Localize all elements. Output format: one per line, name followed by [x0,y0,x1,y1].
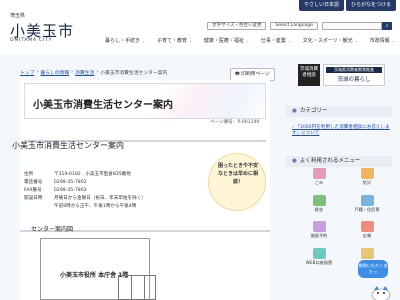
chevron-down-icon: ⌄ [287,37,292,43]
info-row-hours-2: 午前9時から正午、午後1時から午後4時 [24,204,184,210]
chevron-down-icon: ⌄ [354,37,359,43]
print-label: 印刷用ページ [241,72,270,77]
page-title-box: 小美玉市消費生活センター案内 [24,83,266,119]
top-utility-bar: やさしい日本語 ひらがなをつける [298,0,396,11]
menu-item-disaster[interactable]: 防災 [344,168,390,189]
breadcrumb-current: 小美玉市消費生活センター案内 [100,71,168,76]
map-heading: センター案内図 [31,226,74,233]
breadcrumb-life-info[interactable]: 暮らしの情報 [40,69,69,76]
info-value: 月曜日から金曜日（祝日、年末年始を除く） [54,196,146,201]
furigana-button[interactable]: ひらがなをつける [345,0,396,11]
menu-item-label: ごみ [314,180,324,185]
banner-title: 茨城県消費者教育推進 [326,67,382,73]
nav-label: 仕事・産業 [260,37,286,44]
chevron-down-icon: ⌄ [188,37,193,43]
info-key: 開設日時 [24,196,43,201]
menu-item-registry[interactable]: 戸籍・住民票 [344,194,390,216]
easy-japanese-button[interactable]: やさしい日本語 [298,0,344,11]
map-floor-grid [118,275,156,300]
chevron-down-icon: ⌄ [142,37,146,43]
tax-icon [312,194,326,206]
chevron-down-icon: ⌄ [245,37,250,43]
nav-item-work[interactable]: 仕事・産業 ⌄ [261,35,291,45]
menu-item-label: 防災 [362,180,372,185]
nav-label: 暮らし・手続き [105,37,141,44]
frequent-menu: ごみ 防災 税金 戸籍・住民票 施設予約 広報 WEB口座振替 例規集 [296,168,390,268]
info-key: 電話番号 [24,180,43,185]
category-link[interactable]: › 「3000円を利用した消費者相談にお答えします」について [292,125,392,137]
section-heading: 小美玉市消費生活センター案内 [12,141,124,150]
site-header: 埼玉県 小美玉市 OMITAMA CITY やさしい日本語 ひらがなをつける 文… [0,0,400,54]
registry-icon [360,194,374,206]
disaster-icon [360,168,374,179]
regulations-icon [360,247,374,259]
info-value: 〒319-0192 小美玉市堅倉835番地 [54,172,131,177]
menu-item-label: 税金 [314,206,324,212]
chevron-down-icon: ⌄ [391,37,395,43]
breadcrumb-separator: › [96,70,99,75]
info-row-fax: FAX番号 0299-35-7803 [24,188,184,194]
menu-item-garbage[interactable]: ごみ [296,168,342,189]
select-language-button[interactable]: Select Language [270,21,318,30]
page-root: 埼玉県 小美玉市 OMITAMA CITY やさしい日本語 ひらがなをつける 文… [0,0,400,300]
prefecture-label: 埼玉県 [10,13,26,19]
menu-item-web-transfer[interactable]: WEB口座振替 [296,247,342,269]
menu-item-facility[interactable]: 施設予約 [296,221,342,242]
nav-label: 市政情報 [369,37,390,44]
frequent-menu-heading-text: よく利用されるメニュー [299,158,361,164]
breadcrumb: トップ › 暮らしの情報 › 消費生活 › 小美玉市消費生活センター案内 [20,69,167,76]
site-search: ⌕ [322,21,392,30]
menu-item-label: 広報 [362,233,372,238]
banner-consumer-hotline[interactable]: 茨城消費者相談 [298,64,320,86]
bullet-icon: ● [292,158,297,164]
breadcrumb-separator: › [71,70,74,75]
page-title: 小美玉市消費生活センター案内 [33,100,173,111]
info-value: 0299-35-7803 [54,188,87,193]
global-nav: 暮らし・手続き ⌄ 子育て・教育 ⌄ 健康・医療・福祉 ⌄ 仕事・産業 ⌄ 文化・スポー… [105,35,395,45]
consult-message: 困ったときや不安なときは早めに相談！ [218,163,259,185]
facility-icon [312,221,326,232]
breadcrumb-consumer[interactable]: 消費生活 [75,69,94,76]
menu-item-tax[interactable]: 税金 [296,194,342,216]
nav-item-city-info[interactable]: 市政情報 ⌄ [370,35,395,45]
nav-item-health[interactable]: 健康・医療・福祉 ⌄ [204,35,249,45]
menu-item-label: 戸籍・住民票 [354,206,380,212]
info-value: 午前9時から正午、午後1時から午後4時 [54,204,137,209]
nav-item-life[interactable]: 暮らし・手続き ⌄ [105,35,145,45]
banner-consumer-education[interactable]: 茨城県消費者教育推進 茨城の暮らし [323,64,385,86]
info-row-hours: 開設日時 月曜日から金曜日（祝日、年末年始を除く） [24,196,184,202]
floating-question-button[interactable]: 質問いただくあたっ [358,260,388,278]
breadcrumb-top[interactable]: トップ [20,69,34,76]
info-value: 0299-35-7802 [54,180,87,185]
info-key [24,204,54,210]
category-heading-text: カテゴリー [299,108,328,114]
info-row-phone: 電話番号 0299-35-7802 [24,180,184,186]
frequent-menu-heading: ● よく利用されるメニュー [286,156,392,167]
menu-item-pr[interactable]: 広報 [344,221,390,242]
category-heading: ● カテゴリー [286,106,392,117]
info-key: FAX番号 [24,188,42,193]
search-input[interactable] [322,21,382,30]
site-logo-roman: OMITAMA CITY [10,38,53,43]
font-size-color-button[interactable]: 文字サイズ・色合い変更 [207,21,267,30]
mascot-character [371,286,391,300]
nav-label: 健康・医療・福祉 [203,37,244,44]
garbage-icon [312,168,326,179]
info-key: 住所 [24,172,34,177]
category-link-text: 「3000円を利用した消費者相談にお答えします」について [292,125,390,136]
pr-icon [360,221,374,232]
nav-label: 子育て・教育 [156,37,187,44]
banner-subtitle: 茨城の暮らし [337,77,371,83]
info-row-address: 住所 〒319-0192 小美玉市堅倉835番地 [24,172,184,178]
menu-item-label: 施設予約 [310,233,328,238]
breadcrumb-separator: › [36,70,39,75]
nav-label: 文化・スポーツ・観光 [302,37,353,44]
web-transfer-icon [312,247,326,259]
menu-item-label: WEB口座振替 [305,259,333,265]
header-tools: 文字サイズ・色合い変更 Select Language ⌕ [207,21,392,30]
bullet-icon: ● [292,108,297,114]
nav-item-kids[interactable]: 子育て・教育 ⌄ [157,35,192,45]
nav-item-culture[interactable]: 文化・スポーツ・観光 ⌄ [303,35,358,45]
search-icon[interactable]: ⌕ [382,21,392,30]
